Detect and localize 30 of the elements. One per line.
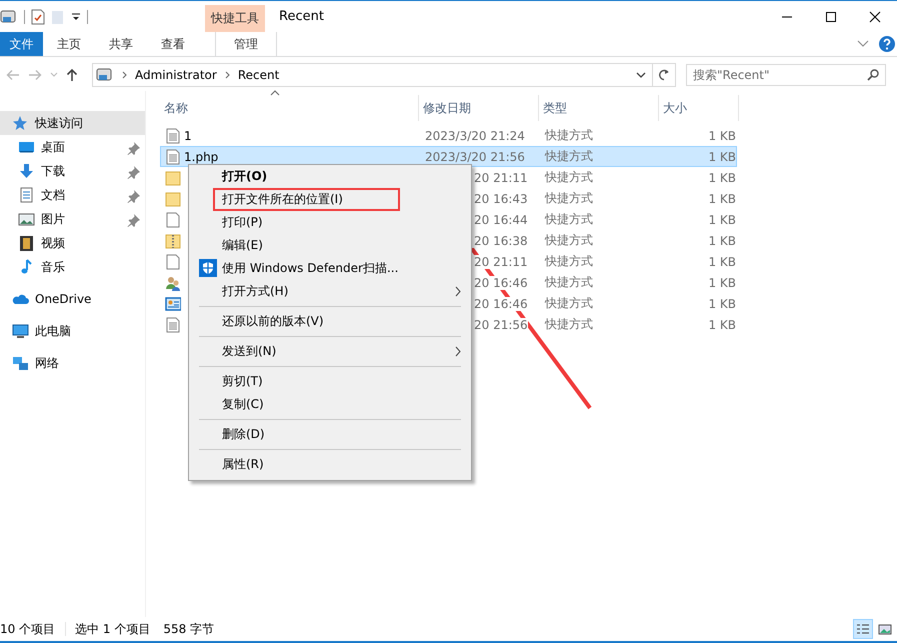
- file-size: 1 KB: [707, 170, 736, 184]
- file-size: 1 KB: [707, 234, 736, 248]
- file-type: 快捷方式: [544, 232, 594, 249]
- file-size: 1 KB: [707, 254, 736, 268]
- file-type: 快捷方式: [544, 316, 594, 333]
- file-size: 1 KB: [707, 296, 736, 310]
- window-title: Recent: [278, 8, 325, 26]
- context-tab-label: 快捷工具: [205, 5, 265, 32]
- file-size: 1 KB: [707, 276, 736, 290]
- file-type: 快捷方式: [544, 253, 594, 270]
- file-type: 快捷方式: [544, 190, 594, 207]
- status-text: 选中 1 个项目: [74, 622, 152, 636]
- file-size: 1 KB: [707, 318, 736, 332]
- file-name: 1.php: [184, 150, 218, 164]
- file-size: 1 KB: [707, 192, 736, 206]
- status-text: 10 个项目: [0, 622, 66, 636]
- modified-date: 2023/3/20 21:24: [424, 128, 526, 142]
- file-size: 1 KB: [707, 128, 736, 142]
- modified-date: 20 16:38: [469, 234, 528, 248]
- file-type: 快捷方式: [544, 127, 594, 144]
- file-type: 快捷方式: [544, 148, 594, 165]
- modified-date: 2023/3/20 21:56: [424, 150, 526, 164]
- file-type: 快捷方式: [544, 169, 594, 186]
- file-name: 1: [184, 128, 192, 142]
- file-size: 1 KB: [707, 150, 736, 164]
- file-size: 1 KB: [707, 212, 736, 226]
- file-type: 快捷方式: [544, 274, 594, 291]
- file-type: 快捷方式: [544, 211, 594, 228]
- status-text: 558 字节: [162, 622, 216, 636]
- file-type: 快捷方式: [544, 295, 594, 312]
